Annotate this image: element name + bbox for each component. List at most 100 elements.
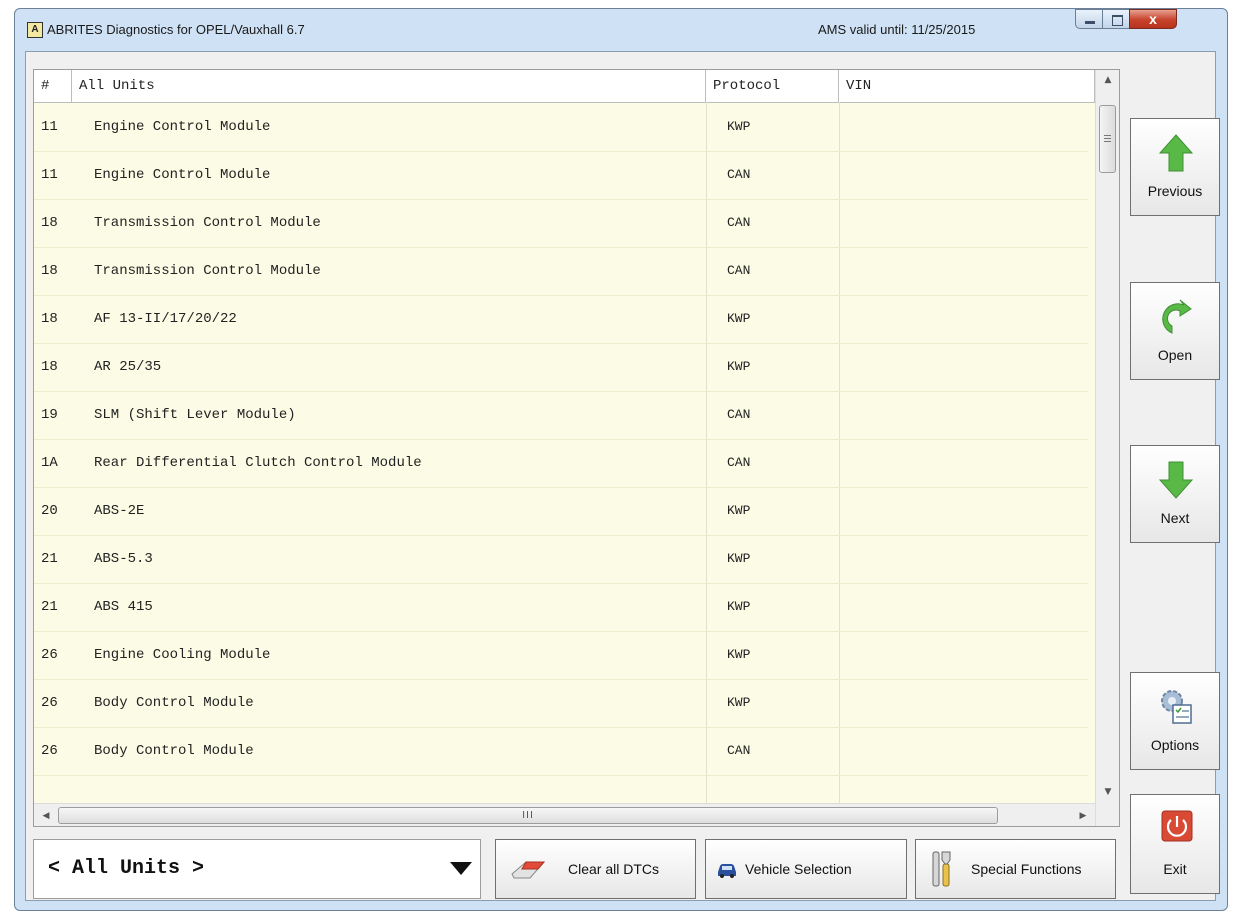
unit-protocol: KWP <box>727 503 751 518</box>
table-row[interactable]: 21 ABS 415 KWP <box>34 583 1088 632</box>
unit-address: 19 <box>41 407 58 423</box>
unit-protocol: CAN <box>727 743 751 758</box>
maximize-icon <box>1112 15 1123 26</box>
unit-protocol: CAN <box>727 215 751 230</box>
table-row[interactable]: 1A Rear Differential Clutch Control Modul… <box>34 439 1088 488</box>
client-area: # All Units Protocol VIN 11 Engine Contro… <box>25 51 1220 901</box>
close-button[interactable]: x <box>1129 9 1177 29</box>
previous-label: Previous <box>1147 183 1203 199</box>
header-num[interactable]: # <box>34 70 72 102</box>
header-all-units[interactable]: All Units <box>72 70 706 102</box>
eraser-icon <box>511 861 546 879</box>
open-button[interactable]: Open <box>1130 282 1220 380</box>
unit-protocol: KWP <box>727 359 751 374</box>
minimize-icon <box>1085 21 1095 24</box>
maximize-button[interactable] <box>1102 9 1130 29</box>
arrow-up-icon <box>1158 134 1194 172</box>
unit-protocol: KWP <box>727 599 751 614</box>
table-row[interactable]: 18 Transmission Control Module CAN <box>34 199 1088 248</box>
table-row[interactable]: 26 Body Control Module KWP <box>34 679 1088 728</box>
table-row[interactable]: 19 SLM (Shift Lever Module) CAN <box>34 391 1088 440</box>
header-vin[interactable]: VIN <box>839 70 1095 102</box>
dropdown-arrow-icon[interactable] <box>450 862 472 875</box>
previous-button[interactable]: Previous <box>1130 118 1220 216</box>
vehicle-selection-button[interactable]: Vehicle Selection <box>705 839 907 899</box>
vehicle-selection-label: Vehicle Selection <box>745 861 852 877</box>
table-row[interactable]: 11 Engine Control Module CAN <box>34 151 1088 200</box>
unit-address: 11 <box>41 119 58 135</box>
window-title: ABRITES Diagnostics for OPEL/Vauxhall 6.… <box>47 22 305 37</box>
clear-all-dtcs-button[interactable]: Clear all DTCs <box>495 839 696 899</box>
table-row[interactable]: 21 ABS-5.3 KWP <box>34 535 1088 584</box>
arrow-down-icon <box>1158 461 1194 499</box>
table-row[interactable]: 20 ABS-2E KWP <box>34 487 1088 536</box>
unit-name: ABS 415 <box>94 599 153 615</box>
scroll-down-icon[interactable]: ▼ <box>1096 782 1119 802</box>
vertical-scrollbar[interactable]: ▲ ▼ <box>1095 70 1119 826</box>
title-bar[interactable]: A ABRITES Diagnostics for OPEL/Vauxhall … <box>15 9 1227 49</box>
clear-all-dtcs-label: Clear all DTCs <box>568 861 660 877</box>
tools-icon <box>932 851 951 887</box>
unit-name: ABS-5.3 <box>94 551 153 567</box>
table-row[interactable]: 11 Engine Control Module KWP <box>34 103 1088 152</box>
car-icon <box>718 864 736 878</box>
header-protocol[interactable]: Protocol <box>706 70 839 102</box>
unit-name: Engine Control Module <box>94 119 271 135</box>
unit-address: 26 <box>41 695 58 711</box>
app-window: A ABRITES Diagnostics for OPEL/Vauxhall … <box>14 8 1228 911</box>
unit-address: 21 <box>41 599 58 615</box>
vertical-scroll-thumb[interactable] <box>1099 105 1116 173</box>
table-row[interactable]: 26 Engine Cooling Module KWP <box>34 631 1088 680</box>
unit-address: 18 <box>41 263 58 279</box>
units-table: # All Units Protocol VIN 11 Engine Contro… <box>33 69 1120 827</box>
unit-name: Body Control Module <box>94 695 254 711</box>
options-button[interactable]: Options <box>1130 672 1220 770</box>
next-button[interactable]: Next <box>1130 445 1220 543</box>
scroll-right-icon[interactable]: ▶ <box>1071 806 1095 826</box>
unit-protocol: CAN <box>727 167 751 182</box>
unit-name: AR 25/35 <box>94 359 162 375</box>
table-row[interactable]: 18 AF 13-II/17/20/22 KWP <box>34 295 1088 344</box>
unit-address: 18 <box>41 215 58 231</box>
settings-gear-icon <box>1161 690 1192 724</box>
next-label: Next <box>1160 510 1190 526</box>
unit-name: Transmission Control Module <box>94 215 321 231</box>
unit-name: SLM (Shift Lever Module) <box>94 407 296 423</box>
scroll-left-icon[interactable]: ◀ <box>34 806 58 826</box>
unit-name: Transmission Control Module <box>94 263 321 279</box>
unit-filter-select[interactable]: < All Units > <box>33 839 481 899</box>
unit-protocol: KWP <box>727 695 751 710</box>
special-functions-label: Special Functions <box>971 861 1082 877</box>
scroll-up-icon[interactable]: ▲ <box>1096 70 1119 90</box>
unit-protocol: CAN <box>727 407 751 422</box>
unit-protocol: KWP <box>727 311 751 326</box>
unit-address: 26 <box>41 743 58 759</box>
unit-protocol: KWP <box>727 551 751 566</box>
unit-protocol: CAN <box>727 455 751 470</box>
unit-name: Body Control Module <box>94 743 254 759</box>
unit-name: Rear Differential Clutch Control Module <box>94 455 422 471</box>
horizontal-scrollbar[interactable]: ◀ III ▶ <box>34 803 1095 826</box>
unit-address: 1A <box>41 455 58 471</box>
table-row[interactable]: 26 Body Control Module CAN <box>34 727 1088 776</box>
exit-label: Exit <box>1163 861 1187 877</box>
minimize-button[interactable] <box>1075 9 1103 29</box>
table-row[interactable]: 18 Transmission Control Module CAN <box>34 247 1088 296</box>
open-arrow-icon <box>1162 299 1192 334</box>
unit-address: 21 <box>41 551 58 567</box>
open-label: Open <box>1157 347 1193 363</box>
exit-button[interactable]: Exit <box>1130 794 1220 894</box>
horizontal-scroll-thumb[interactable]: III <box>58 807 998 824</box>
options-label: Options <box>1150 737 1200 753</box>
app-icon: A <box>27 22 43 38</box>
unit-address: 20 <box>41 503 58 519</box>
table-row[interactable]: 18 AR 25/35 KWP <box>34 343 1088 392</box>
unit-name: Engine Control Module <box>94 167 271 183</box>
table-header: # All Units Protocol VIN <box>34 70 1119 103</box>
unit-name: AF 13-II/17/20/22 <box>94 311 237 327</box>
unit-address: 26 <box>41 647 58 663</box>
special-functions-button[interactable]: Special Functions <box>915 839 1116 899</box>
unit-name: Engine Cooling Module <box>94 647 271 663</box>
unit-filter-value: < All Units > <box>48 857 205 880</box>
unit-protocol: KWP <box>727 119 751 134</box>
